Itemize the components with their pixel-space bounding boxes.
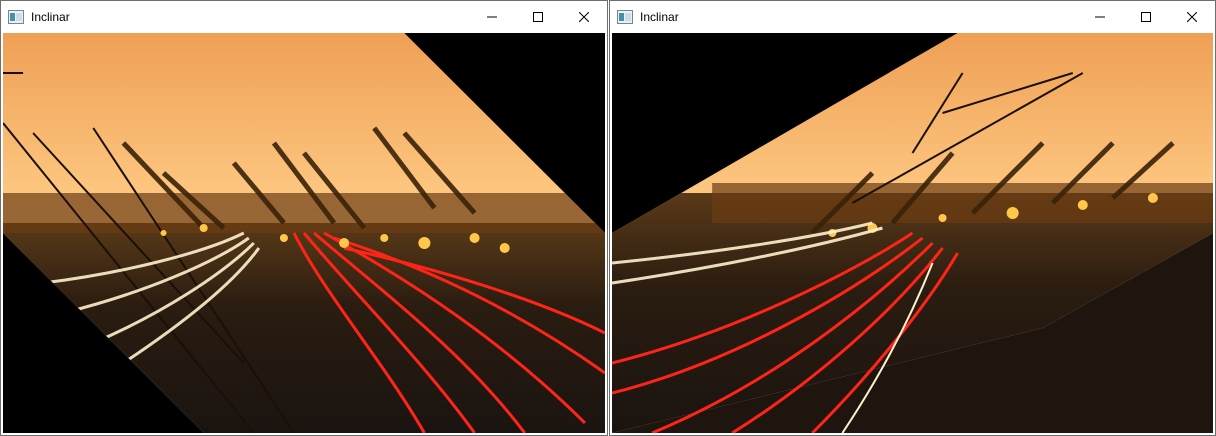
close-icon	[579, 11, 589, 22]
image-canvas	[3, 33, 605, 433]
image-canvas	[612, 33, 1213, 433]
close-button[interactable]	[1169, 1, 1215, 32]
sheared-highway-image-left	[3, 33, 605, 433]
minimize-button[interactable]	[1077, 1, 1123, 32]
minimize-icon	[487, 16, 497, 17]
sheared-highway-image-right	[612, 33, 1213, 433]
close-icon	[1187, 11, 1197, 22]
app-window-icon	[617, 9, 633, 24]
minimize-button[interactable]	[469, 1, 515, 32]
image-window-left: Inclinar	[0, 0, 608, 436]
maximize-icon	[533, 11, 543, 22]
maximize-button[interactable]	[515, 1, 561, 32]
maximize-icon	[1141, 11, 1151, 22]
close-button[interactable]	[561, 1, 607, 32]
minimize-icon	[1095, 16, 1105, 17]
maximize-button[interactable]	[1123, 1, 1169, 32]
window-title: Inclinar	[31, 9, 70, 24]
window-title: Inclinar	[640, 9, 679, 24]
title-bar[interactable]: Inclinar	[1, 1, 607, 32]
title-bar[interactable]: Inclinar	[610, 1, 1215, 32]
app-window-icon	[8, 9, 24, 24]
image-window-right: Inclinar	[609, 0, 1216, 436]
